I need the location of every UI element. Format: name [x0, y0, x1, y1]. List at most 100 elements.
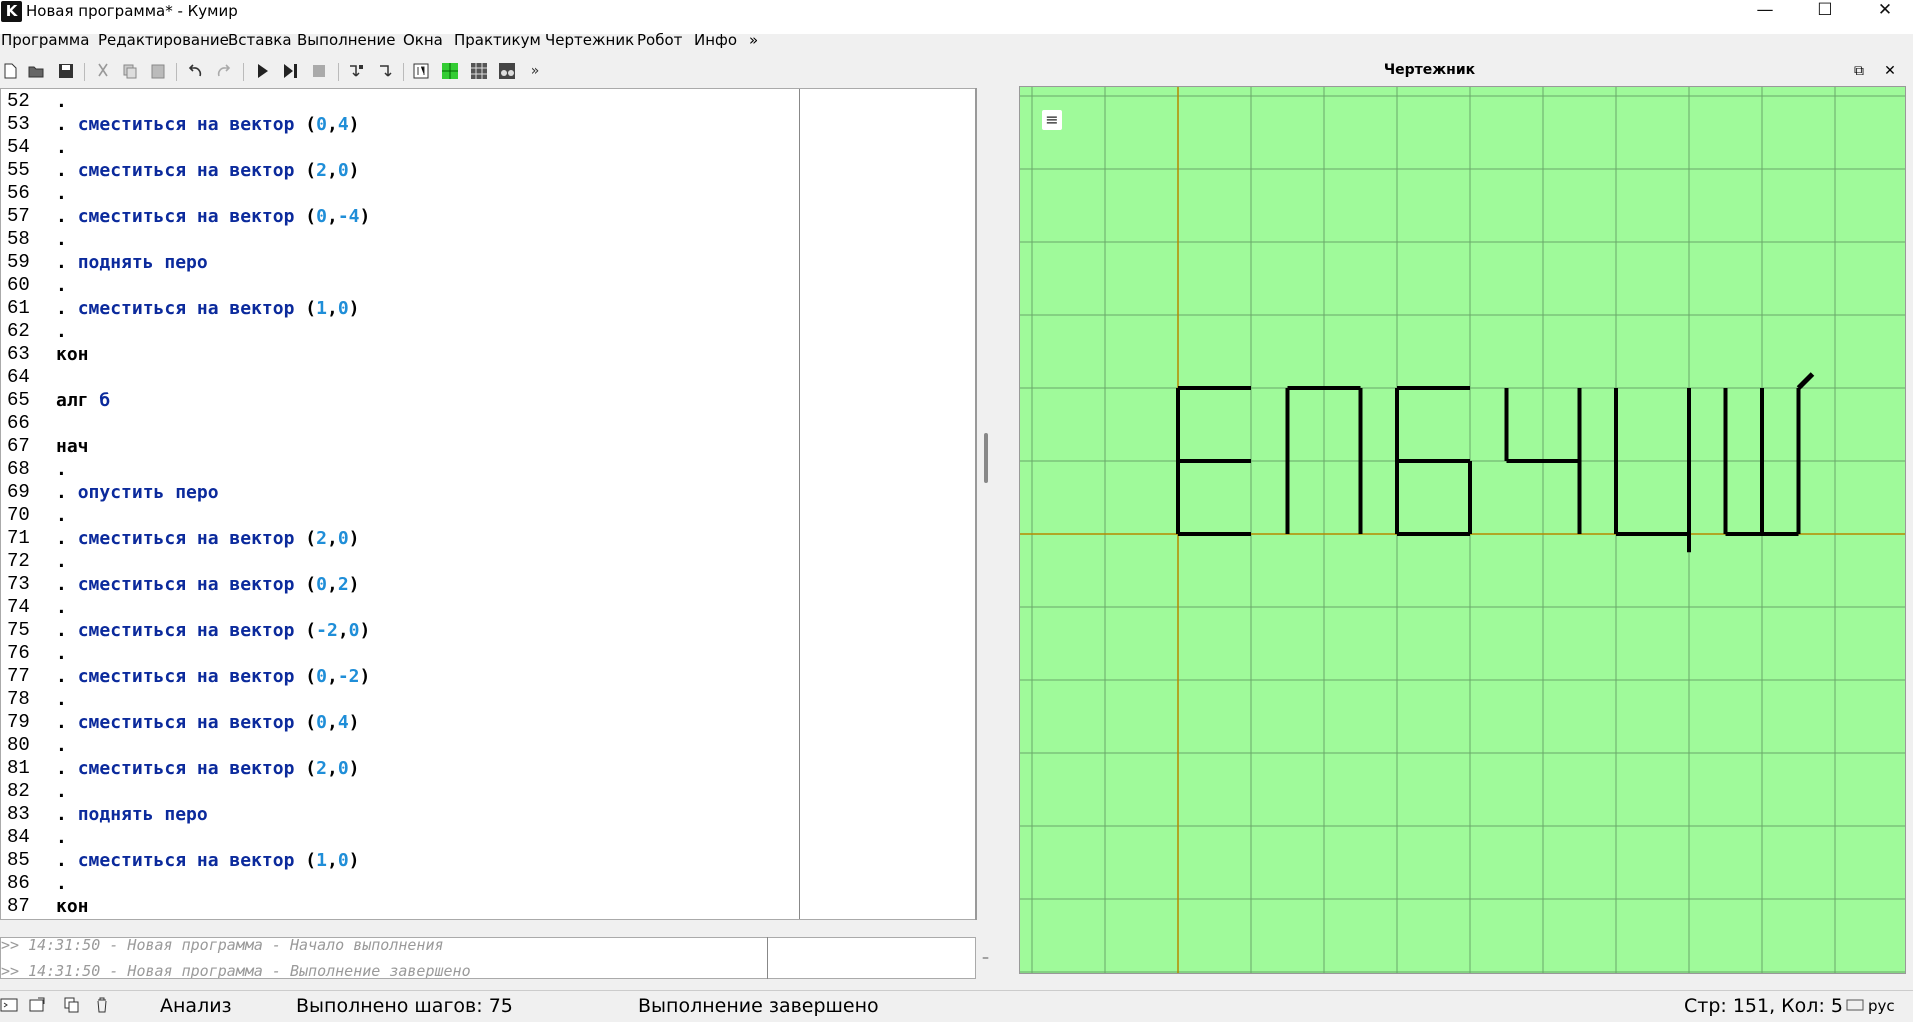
menu-run[interactable]: Выполнение: [297, 31, 396, 49]
menu-insert[interactable]: Вставка: [228, 31, 292, 49]
menu-overflow[interactable]: »: [749, 31, 758, 49]
menu-windows[interactable]: Окна: [403, 31, 443, 49]
status-keyboard-language[interactable]: рус: [1868, 997, 1895, 1015]
splitter-handle[interactable]: [984, 433, 988, 483]
clear-log-icon[interactable]: [93, 996, 111, 1014]
gamepad-window-icon[interactable]: [498, 62, 516, 80]
run-icon[interactable]: [253, 62, 271, 80]
line-number: 75: [7, 619, 30, 641]
menu-drawer[interactable]: Чертежник: [545, 31, 634, 49]
kumir-app-icon: K: [1, 1, 22, 22]
cut-icon[interactable]: [94, 62, 112, 80]
new-file-icon[interactable]: [1, 62, 19, 80]
close-panel-icon[interactable]: ✕: [1881, 62, 1899, 80]
status-cursor-position: Стр: 151, Кол: 5: [1684, 995, 1843, 1017]
redo-icon[interactable]: [215, 62, 233, 80]
line-number: 87: [7, 895, 30, 917]
drawer-window-icon[interactable]: [441, 62, 459, 80]
code-text: .: [56, 320, 67, 343]
code-token: .: [56, 758, 78, 779]
robot-window-icon[interactable]: [470, 62, 488, 80]
code-token: сместиться на вектор: [77, 114, 295, 135]
code-token: ,: [326, 712, 338, 733]
text-window-icon[interactable]: [412, 62, 430, 80]
toolbar-overflow[interactable]: »: [526, 62, 544, 80]
minimize-button[interactable]: —: [1737, 0, 1793, 22]
line-number: 61: [7, 297, 30, 319]
menu-practicum[interactable]: Практикум: [454, 31, 541, 49]
code-token: ): [348, 850, 360, 871]
code-token: 0: [316, 574, 327, 595]
code-token: 0: [316, 206, 327, 227]
editor-margin-line: [799, 89, 800, 919]
code-text: .: [56, 228, 67, 251]
code-token: ): [348, 114, 360, 135]
paste-icon[interactable]: [149, 62, 167, 80]
code-token: опустить перо: [77, 482, 219, 503]
copy-icon[interactable]: [121, 62, 139, 80]
code-text: . поднять перо: [56, 803, 208, 826]
maximize-button[interactable]: ☐: [1797, 0, 1853, 22]
menu-robot[interactable]: Робот: [637, 31, 682, 49]
output-console[interactable]: >> 14:31:50 - Новая программа - Начало в…: [0, 937, 976, 979]
menu-program[interactable]: Программа: [1, 31, 89, 49]
save-log-icon[interactable]: [28, 996, 46, 1014]
code-token: .: [56, 321, 67, 342]
code-token: .: [56, 551, 67, 572]
code-text: .: [56, 688, 67, 711]
code-token: .: [56, 114, 78, 135]
menu-edit[interactable]: Редактирование: [98, 31, 229, 49]
code-token: 4: [337, 114, 349, 135]
step-over-icon[interactable]: [347, 62, 365, 80]
code-token: .: [56, 735, 67, 756]
code-text: . сместиться на вектор (2,0): [56, 159, 360, 182]
undock-icon[interactable]: ⧉: [1850, 62, 1868, 80]
console-collapse-mark[interactable]: –: [982, 950, 989, 966]
code-token: .: [56, 505, 67, 526]
code-text: .: [56, 90, 67, 113]
code-editor[interactable]: 52. 53. сместиться на вектор (0,4) 54. 55. …: [0, 88, 976, 920]
line-number: 57: [7, 205, 30, 227]
code-token: ,: [337, 620, 349, 641]
line-number: 70: [7, 504, 30, 526]
code-token: (: [294, 160, 317, 181]
code-token: (: [294, 712, 317, 733]
keyboard-layout-icon: [1846, 996, 1864, 1014]
code-token: (: [294, 114, 317, 135]
code-text: .: [56, 872, 67, 895]
code-token: ): [348, 528, 360, 549]
code-token: ,: [326, 206, 338, 227]
code-token: .: [56, 528, 78, 549]
line-number: 86: [7, 872, 30, 894]
terminal-icon[interactable]: [0, 996, 18, 1014]
code-token: б: [99, 390, 111, 411]
code-token: кон: [56, 344, 89, 365]
close-window-button[interactable]: ✕: [1857, 0, 1913, 22]
code-token: ,: [326, 114, 338, 135]
open-file-icon[interactable]: [27, 62, 45, 80]
line-number: 78: [7, 688, 30, 710]
step-into-icon[interactable]: [376, 62, 394, 80]
line-number: 71: [7, 527, 30, 549]
code-token: 0: [337, 850, 349, 871]
code-token: .: [56, 873, 67, 894]
toolbar: »: [0, 60, 1000, 86]
code-token: .: [56, 712, 78, 733]
code-token: 0: [316, 666, 327, 687]
undo-icon[interactable]: [186, 62, 204, 80]
code-token: ): [348, 574, 360, 595]
stop-icon[interactable]: [310, 62, 328, 80]
code-text: . сместиться на вектор (1,0): [56, 849, 360, 872]
line-number: 60: [7, 274, 30, 296]
line-number: 83: [7, 803, 30, 825]
code-token: 0: [337, 160, 349, 181]
code-token: (: [294, 206, 317, 227]
drawer-canvas[interactable]: [1019, 86, 1906, 974]
menu-info[interactable]: Инфо: [694, 31, 737, 49]
copy-log-icon[interactable]: [63, 996, 81, 1014]
hamburger-menu-icon[interactable]: ≡: [1042, 110, 1062, 130]
toolbar-separator: [403, 63, 404, 81]
save-file-icon[interactable]: [57, 62, 75, 80]
run-steps-icon[interactable]: [281, 62, 299, 80]
code-text: .: [56, 642, 67, 665]
